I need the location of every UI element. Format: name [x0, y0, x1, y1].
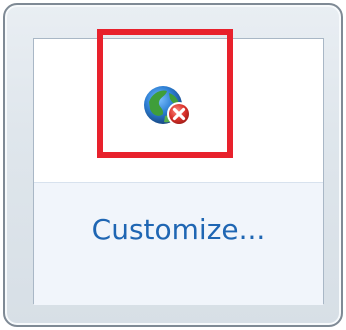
- network-globe-icon: [144, 86, 191, 126]
- customize-section: Customize...: [34, 182, 323, 305]
- network-disconnected-icon[interactable]: [139, 80, 197, 135]
- customize-link[interactable]: Customize...: [34, 213, 323, 246]
